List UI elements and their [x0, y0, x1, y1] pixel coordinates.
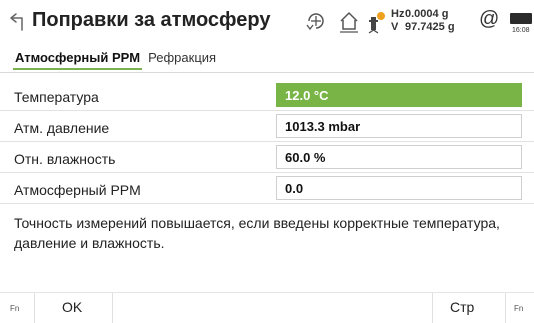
fn-right-key[interactable]: Fn: [514, 304, 523, 313]
target-icon[interactable]: [305, 10, 327, 32]
battery-icon[interactable]: 16:08: [510, 9, 534, 35]
softkey-divider: [34, 293, 35, 323]
clock-time: 16:08: [512, 27, 530, 34]
temperature-field[interactable]: 12.0 °C: [276, 83, 522, 107]
battery-bar: [510, 13, 532, 24]
ppm-field[interactable]: 0.0: [276, 176, 522, 200]
pressure-row: Атм. давление 1013.3 mbar: [0, 112, 534, 142]
page-title: Поправки за атмосферу: [32, 9, 271, 31]
row-divider: [0, 110, 534, 111]
tab-refraction[interactable]: Рефракция: [146, 50, 218, 68]
humidity-row: Отн. влажность 60.0 %: [0, 143, 534, 173]
softkey-divider: [505, 293, 506, 323]
pressure-label: Атм. давление: [14, 120, 110, 136]
temperature-row: Температура 12.0 °C: [0, 81, 534, 111]
v-label: V: [391, 21, 399, 33]
page-button[interactable]: Стр: [450, 299, 474, 315]
row-divider: [0, 141, 534, 142]
tab-atmospheric-ppm[interactable]: Атмосферный PPM: [13, 50, 143, 70]
humidity-field[interactable]: 60.0 %: [276, 145, 522, 169]
ok-button[interactable]: OK: [62, 299, 82, 315]
pressure-field[interactable]: 1013.3 mbar: [276, 114, 522, 138]
humidity-label: Отн. влажность: [14, 151, 116, 167]
title-bar: Поправки за атмосферу Hz0.0004 g V 97.742…: [0, 0, 534, 46]
fn-left-key[interactable]: Fn: [10, 304, 19, 313]
home-icon[interactable]: [338, 10, 360, 34]
temperature-label: Температура: [14, 89, 99, 105]
row-divider: [0, 203, 534, 204]
hz-value: 0.0004 g: [405, 8, 449, 20]
info-note: Точность измерений повышается, если введ…: [14, 215, 500, 251]
hz-label: Hz: [391, 8, 405, 20]
level-icon[interactable]: [366, 10, 388, 34]
softkey-divider: [112, 293, 113, 323]
tab-divider: [0, 72, 534, 73]
back-icon[interactable]: [7, 12, 29, 34]
ppm-label: Атмосферный PPM: [14, 182, 141, 198]
softkey-divider: [432, 293, 433, 323]
row-divider: [0, 172, 534, 173]
ppm-row: Атмосферный PPM 0.0: [0, 174, 534, 204]
v-value: 97.7425 g: [405, 21, 455, 33]
angle-readout: Hz0.0004 g V 97.7425 g: [391, 8, 455, 34]
softkey-bar: Fn OK Стр Fn: [0, 292, 534, 323]
connection-icon[interactable]: @: [479, 8, 499, 31]
tab-bar: Атмосферный PPM Рефракция: [13, 50, 218, 72]
